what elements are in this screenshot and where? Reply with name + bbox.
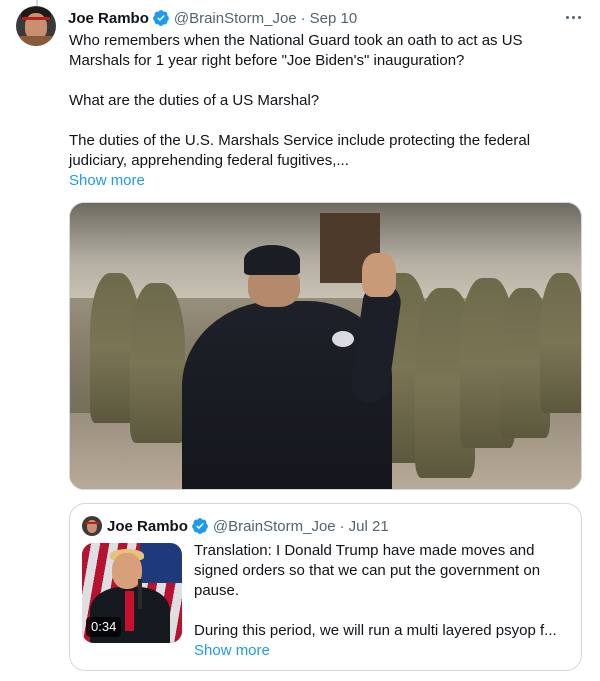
tweet-text-paragraph: The duties of the U.S. Marshals Service … <box>69 132 531 169</box>
quoted-video-thumbnail[interactable]: 0:34 <box>82 543 182 643</box>
verified-badge-icon <box>152 10 169 26</box>
tweet[interactable]: Joe Rambo @BrainStorm_Joe · Sep 10 Who r… <box>0 0 600 681</box>
quoted-author-handle: @BrainStorm_Joe <box>212 517 336 535</box>
quoted-avatar <box>82 516 102 536</box>
officer-figure <box>182 243 412 489</box>
video-duration-badge: 0:34 <box>86 617 122 637</box>
tweet-date[interactable]: Sep 10 <box>310 10 358 27</box>
quoted-show-more-link[interactable]: Show more <box>194 641 270 661</box>
quoted-author-name: Joe Rambo <box>107 517 188 535</box>
more-options-icon[interactable] <box>562 8 584 26</box>
tweet-header: Joe Rambo @BrainStorm_Joe · Sep 10 <box>68 8 357 28</box>
quoted-text-paragraph: During this period, we will run a multi … <box>194 622 557 639</box>
quoted-tweet-header: Joe Rambo @BrainStorm_Joe · Jul 21 <box>107 516 389 536</box>
show-more-link[interactable]: Show more <box>69 171 145 191</box>
avatar[interactable] <box>16 6 56 46</box>
separator-dot: · <box>300 9 306 27</box>
author-handle[interactable]: @BrainStorm_Joe <box>174 10 297 27</box>
tweet-text-paragraph: Who remembers when the National Guard to… <box>69 32 523 69</box>
quoted-tweet-date: Jul 21 <box>348 517 389 535</box>
quoted-tweet[interactable]: Joe Rambo @BrainStorm_Joe · Jul 21 0:34 … <box>69 503 582 671</box>
tweet-photo[interactable] <box>69 202 582 490</box>
verified-badge-icon <box>191 518 208 534</box>
author-name[interactable]: Joe Rambo <box>68 10 149 27</box>
tweet-text-paragraph: What are the duties of a US Marshal? <box>69 92 320 109</box>
separator-dot: · <box>339 517 345 535</box>
quoted-text-paragraph: Translation: I Donald Trump have made mo… <box>194 542 541 599</box>
